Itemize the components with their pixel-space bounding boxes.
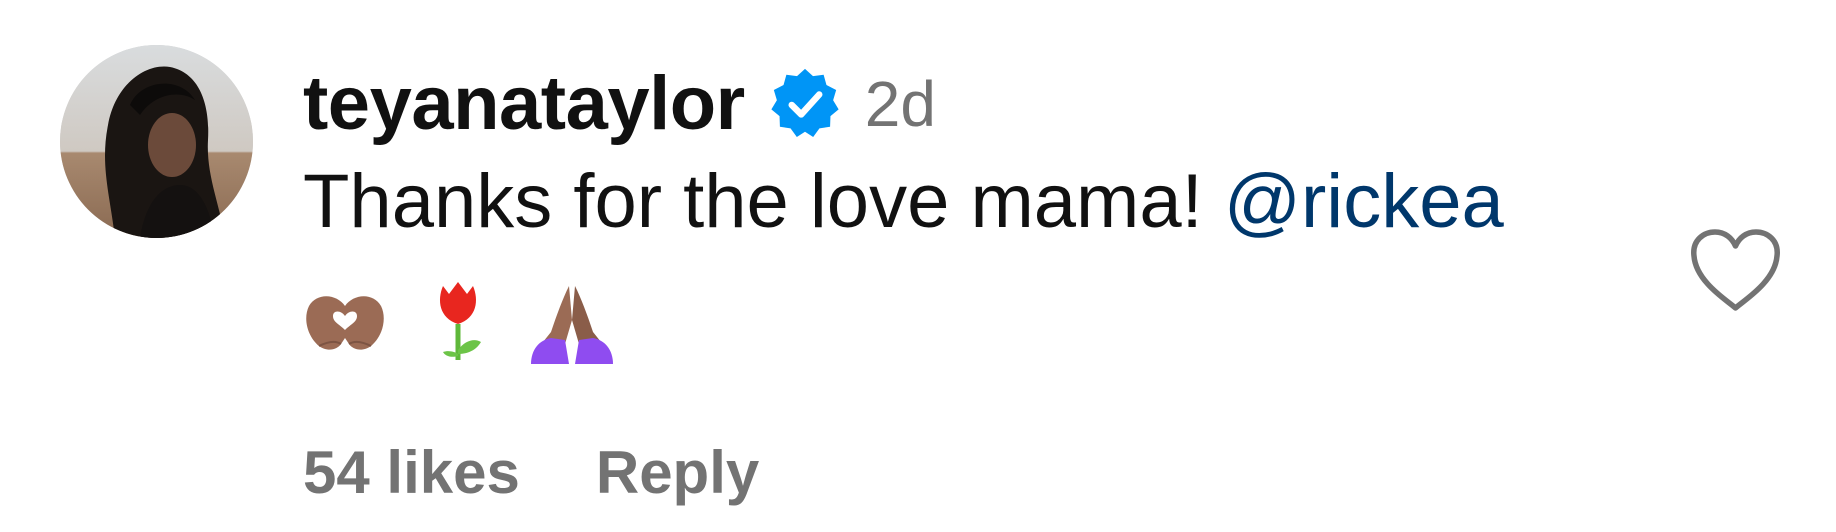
comment-header: teyanataylor 2d (303, 58, 1683, 150)
comment-text: Thanks for the love mama! @rickea (303, 156, 1683, 248)
comment-footer: 54 likes Reply (303, 438, 759, 508)
comment-content: teyanataylor 2d Thanks for the love mama… (303, 58, 1683, 372)
verified-badge-icon (767, 66, 843, 142)
heart-icon[interactable] (1688, 226, 1783, 316)
reply-button[interactable]: Reply (596, 438, 759, 508)
folded-hands-emoji-icon (529, 280, 615, 364)
timestamp: 2d (864, 68, 936, 140)
comment-body: Thanks for the love mama! (303, 159, 1224, 244)
emoji-row (303, 272, 1683, 372)
tulip-emoji-icon (433, 280, 483, 364)
heart-hands-emoji-icon (303, 292, 387, 352)
likes-count[interactable]: 54 likes (303, 438, 520, 508)
comment: teyanataylor 2d Thanks for the love mama… (0, 0, 1836, 532)
username[interactable]: teyanataylor (303, 58, 745, 150)
avatar[interactable] (60, 45, 253, 238)
mention-link[interactable]: @rickea (1224, 159, 1504, 244)
